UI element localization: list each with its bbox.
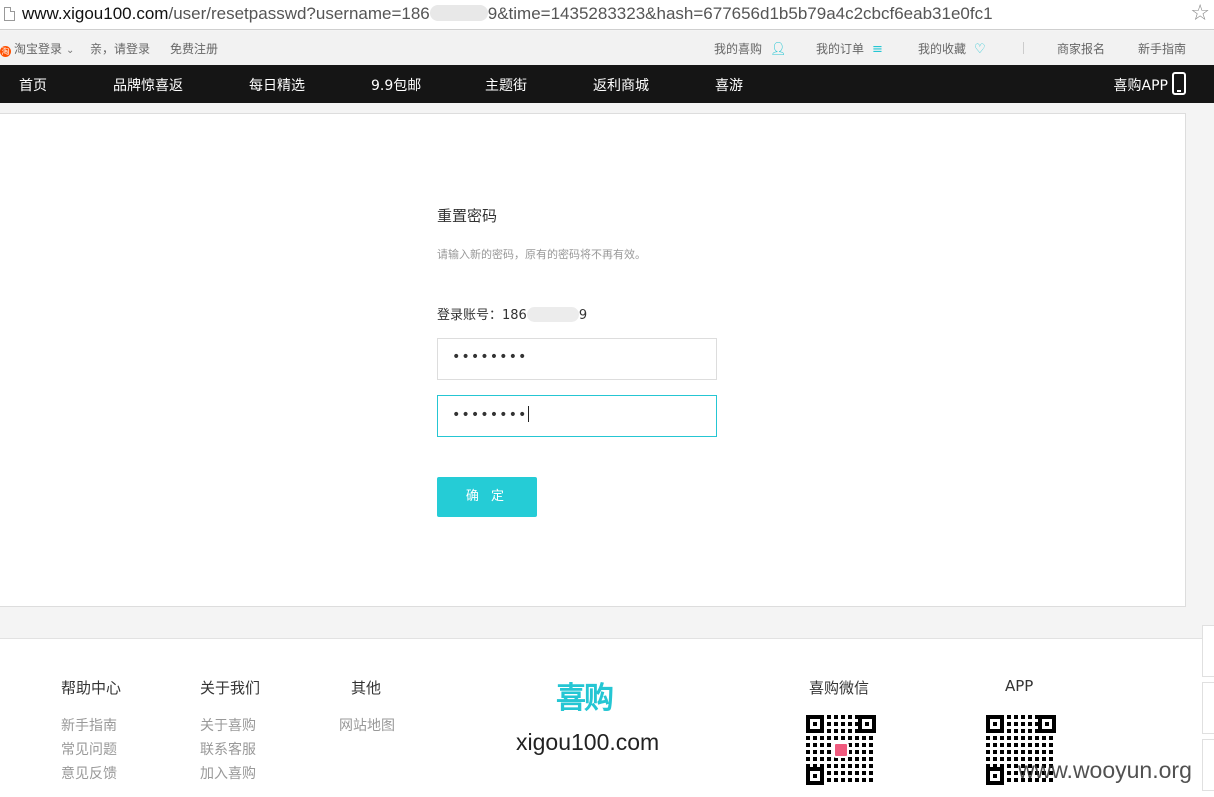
account-display: 登录账号：186 9 <box>437 304 587 323</box>
footer-help-column: 帮助中心 新手指南 常见问题 意见反馈 <box>61 677 121 786</box>
side-float-tab[interactable] <box>1202 682 1214 734</box>
app-download-link[interactable]: 喜购APP <box>1114 75 1168 95</box>
watermark-text: www.wooyun.org <box>1018 757 1192 783</box>
nav-item-free-shipping[interactable]: 9.9包邮 <box>371 75 421 95</box>
footer: 帮助中心 新手指南 常见问题 意见反馈 关于我们 关于喜购 联系客服 加入喜购 … <box>0 638 1214 797</box>
nav-item-home[interactable]: 首页 <box>19 75 47 95</box>
text-cursor <box>528 406 530 422</box>
nav-item-rebate-mall[interactable]: 返利商城 <box>593 75 649 95</box>
bookmark-star-icon[interactable]: ☆ <box>1190 1 1210 26</box>
app-heading: APP <box>1005 677 1034 695</box>
footer-about-column: 关于我们 关于喜购 联系客服 加入喜购 <box>200 677 260 786</box>
nav-item-theme-street[interactable]: 主题街 <box>485 75 527 95</box>
url-text[interactable]: www.xigou100.com/user/resetpasswd?userna… <box>22 4 993 24</box>
qr-finder <box>858 715 876 733</box>
confirm-password-field[interactable]: •••••••• <box>437 395 717 437</box>
nav-item-xiyou[interactable]: 喜游 <box>715 75 743 95</box>
url-path-end: 9&time=1435283323&hash=677656d1b5b79a4c2… <box>487 4 993 23</box>
new-password-value: •••••••• <box>452 349 528 365</box>
side-float-tab[interactable] <box>1202 739 1214 791</box>
taobao-login-label: 淘宝登录 <box>14 42 63 56</box>
register-link[interactable]: 免费注册 <box>170 40 218 57</box>
top-utility-bar: 淘淘宝登录 ⌄ 亲，请登录 免费注册 我的喜购 👤︎ 我的订单 ≡ 我的收藏 ♡ 商家报… <box>0 31 1214 65</box>
heart-icon: ♡ <box>974 42 986 57</box>
my-favorites-link[interactable]: 我的收藏 ♡ <box>918 40 986 57</box>
page-icon <box>4 7 15 21</box>
qr-finder <box>986 767 1004 785</box>
account-prefix: 186 <box>502 308 527 323</box>
browser-address-bar[interactable]: www.xigou100.com/user/resetpasswd?userna… <box>0 0 1214 30</box>
side-float-tab[interactable] <box>1202 625 1214 677</box>
my-xigou-link[interactable]: 我的喜购 👤︎ <box>714 40 787 57</box>
my-orders-label: 我的订单 <box>816 42 865 56</box>
footer-heading-help: 帮助中心 <box>61 679 122 697</box>
footer-link[interactable]: 关于喜购 <box>200 714 260 738</box>
site-domain: xigou100.com <box>516 729 660 755</box>
footer-other-column: 其他 网站地图 <box>339 677 395 738</box>
chevron-down-icon: ⌄ <box>66 45 75 56</box>
qr-finder <box>1038 715 1056 733</box>
site-logo[interactable]: 喜购 <box>556 673 614 717</box>
footer-link[interactable]: 网站地图 <box>339 714 395 738</box>
page-title: 重置密码 <box>437 207 498 225</box>
account-label: 登录账号： <box>437 308 503 323</box>
footer-link[interactable]: 意见反馈 <box>61 762 121 786</box>
footer-link[interactable]: 联系客服 <box>200 738 260 762</box>
user-icon: 👤︎ <box>770 42 787 57</box>
account-suffix: 9 <box>578 308 588 323</box>
footer-heading-about: 关于我们 <box>200 679 261 697</box>
login-link[interactable]: 亲，请登录 <box>90 40 150 57</box>
footer-link[interactable]: 加入喜购 <box>200 762 260 786</box>
divider <box>1023 42 1024 54</box>
phone-icon[interactable] <box>1172 72 1186 95</box>
my-orders-link[interactable]: 我的订单 ≡ <box>816 40 883 57</box>
list-icon: ≡ <box>872 42 883 57</box>
taobao-icon: 淘 <box>0 46 11 57</box>
qr-finder <box>986 715 1004 733</box>
qr-finder <box>806 767 824 785</box>
my-favorites-label: 我的收藏 <box>918 42 967 56</box>
wechat-heading: 喜购微信 <box>809 679 870 697</box>
redacted-account-blur <box>526 307 579 322</box>
url-host: www.xigou100.com <box>22 4 169 23</box>
confirm-button[interactable]: 确 定 <box>437 477 537 517</box>
merchant-signup-link[interactable]: 商家报名 <box>1057 40 1105 57</box>
url-path-start: /user/resetpasswd?username=186 <box>168 4 430 23</box>
footer-link[interactable]: 常见问题 <box>61 738 121 762</box>
qr-finder <box>806 715 824 733</box>
redacted-phone-blur <box>429 5 488 21</box>
nav-item-daily[interactable]: 每日精选 <box>249 75 305 95</box>
new-password-field[interactable]: •••••••• <box>437 338 717 380</box>
nav-item-brand[interactable]: 品牌惊喜返 <box>113 75 183 95</box>
footer-link[interactable]: 新手指南 <box>61 714 121 738</box>
my-xigou-label: 我的喜购 <box>714 42 763 56</box>
instruction-text: 请输入新的密码，原有的密码将不再有效。 <box>437 248 646 261</box>
confirm-password-value: •••••••• <box>452 407 528 423</box>
qr-center-logo <box>833 742 849 758</box>
taobao-login-link[interactable]: 淘淘宝登录 ⌄ <box>0 40 74 57</box>
wechat-qr-code <box>806 715 876 785</box>
footer-heading-other: 其他 <box>351 679 382 697</box>
beginner-guide-link[interactable]: 新手指南 <box>1138 40 1186 57</box>
main-nav: 首页 品牌惊喜返 每日精选 9.9包邮 主题街 返利商城 喜游 喜购APP <box>0 65 1214 103</box>
